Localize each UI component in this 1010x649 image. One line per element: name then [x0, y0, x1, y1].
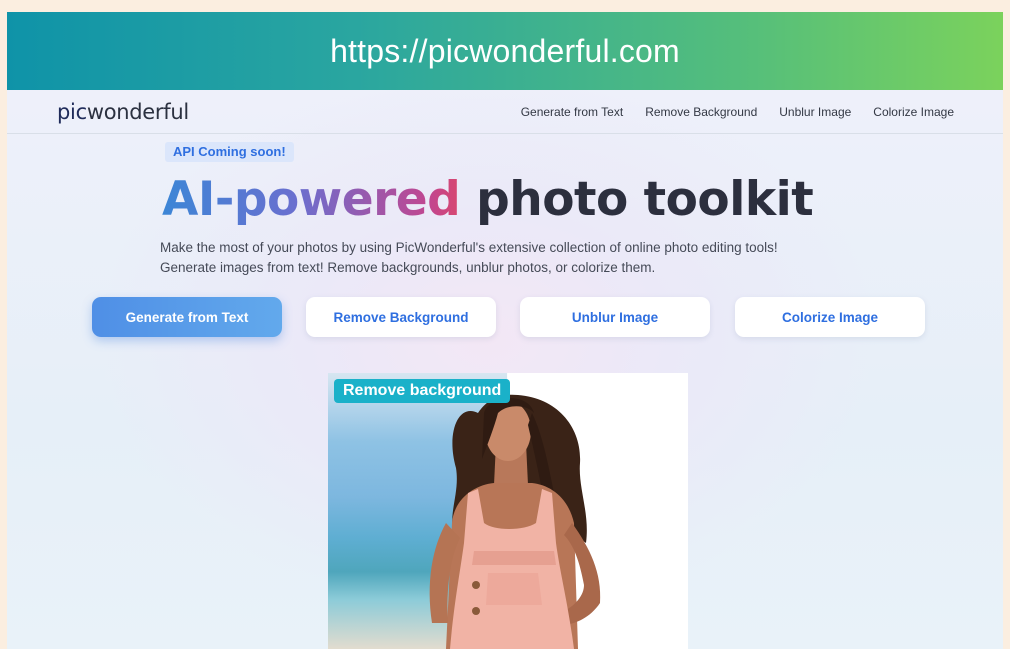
- nav-link-remove-background[interactable]: Remove Background: [645, 105, 757, 119]
- logo-suffix: wonderful: [86, 100, 189, 124]
- unblur-image-button[interactable]: Unblur Image: [520, 297, 710, 337]
- remove-background-label: Remove background: [334, 379, 511, 403]
- nav-links: Generate from Text Remove Background Unb…: [521, 105, 954, 119]
- nav-link-unblur-image[interactable]: Unblur Image: [779, 105, 851, 119]
- before-after-demo[interactable]: Remove background: [328, 373, 688, 649]
- description-line-2: Generate images from text! Remove backgr…: [160, 260, 656, 275]
- headline-gradient-text: AI-powered: [162, 172, 461, 227]
- api-coming-soon-badge: API Coming soon!: [165, 142, 294, 162]
- generate-from-text-button[interactable]: Generate from Text: [92, 297, 282, 337]
- description-line-1: Make the most of your photos by using Pi…: [160, 240, 778, 255]
- nav-link-colorize-image[interactable]: Colorize Image: [873, 105, 954, 119]
- url-text[interactable]: https://picwonderful.com: [330, 33, 680, 70]
- colorize-image-button[interactable]: Colorize Image: [735, 297, 925, 337]
- headline-plain-text: photo toolkit: [460, 172, 814, 227]
- top-navigation: picwonderful Generate from Text Remove B…: [7, 90, 1003, 134]
- nav-link-generate-from-text[interactable]: Generate from Text: [521, 105, 624, 119]
- logo-prefix: pic: [57, 100, 87, 124]
- tool-buttons: Generate from Text Remove Background Unb…: [92, 297, 930, 339]
- logo[interactable]: picwonderful: [57, 100, 189, 124]
- url-banner: https://picwonderful.com: [7, 12, 1003, 90]
- hero-headline: AI-powered photo toolkit: [162, 172, 814, 228]
- hero-description: Make the most of your photos by using Pi…: [160, 238, 920, 278]
- screenshot-frame: https://picwonderful.com picwonderful Ge…: [7, 12, 1003, 649]
- remove-background-button[interactable]: Remove Background: [306, 297, 496, 337]
- website-viewport: picwonderful Generate from Text Remove B…: [7, 90, 1003, 649]
- woman-photo: [429, 394, 601, 649]
